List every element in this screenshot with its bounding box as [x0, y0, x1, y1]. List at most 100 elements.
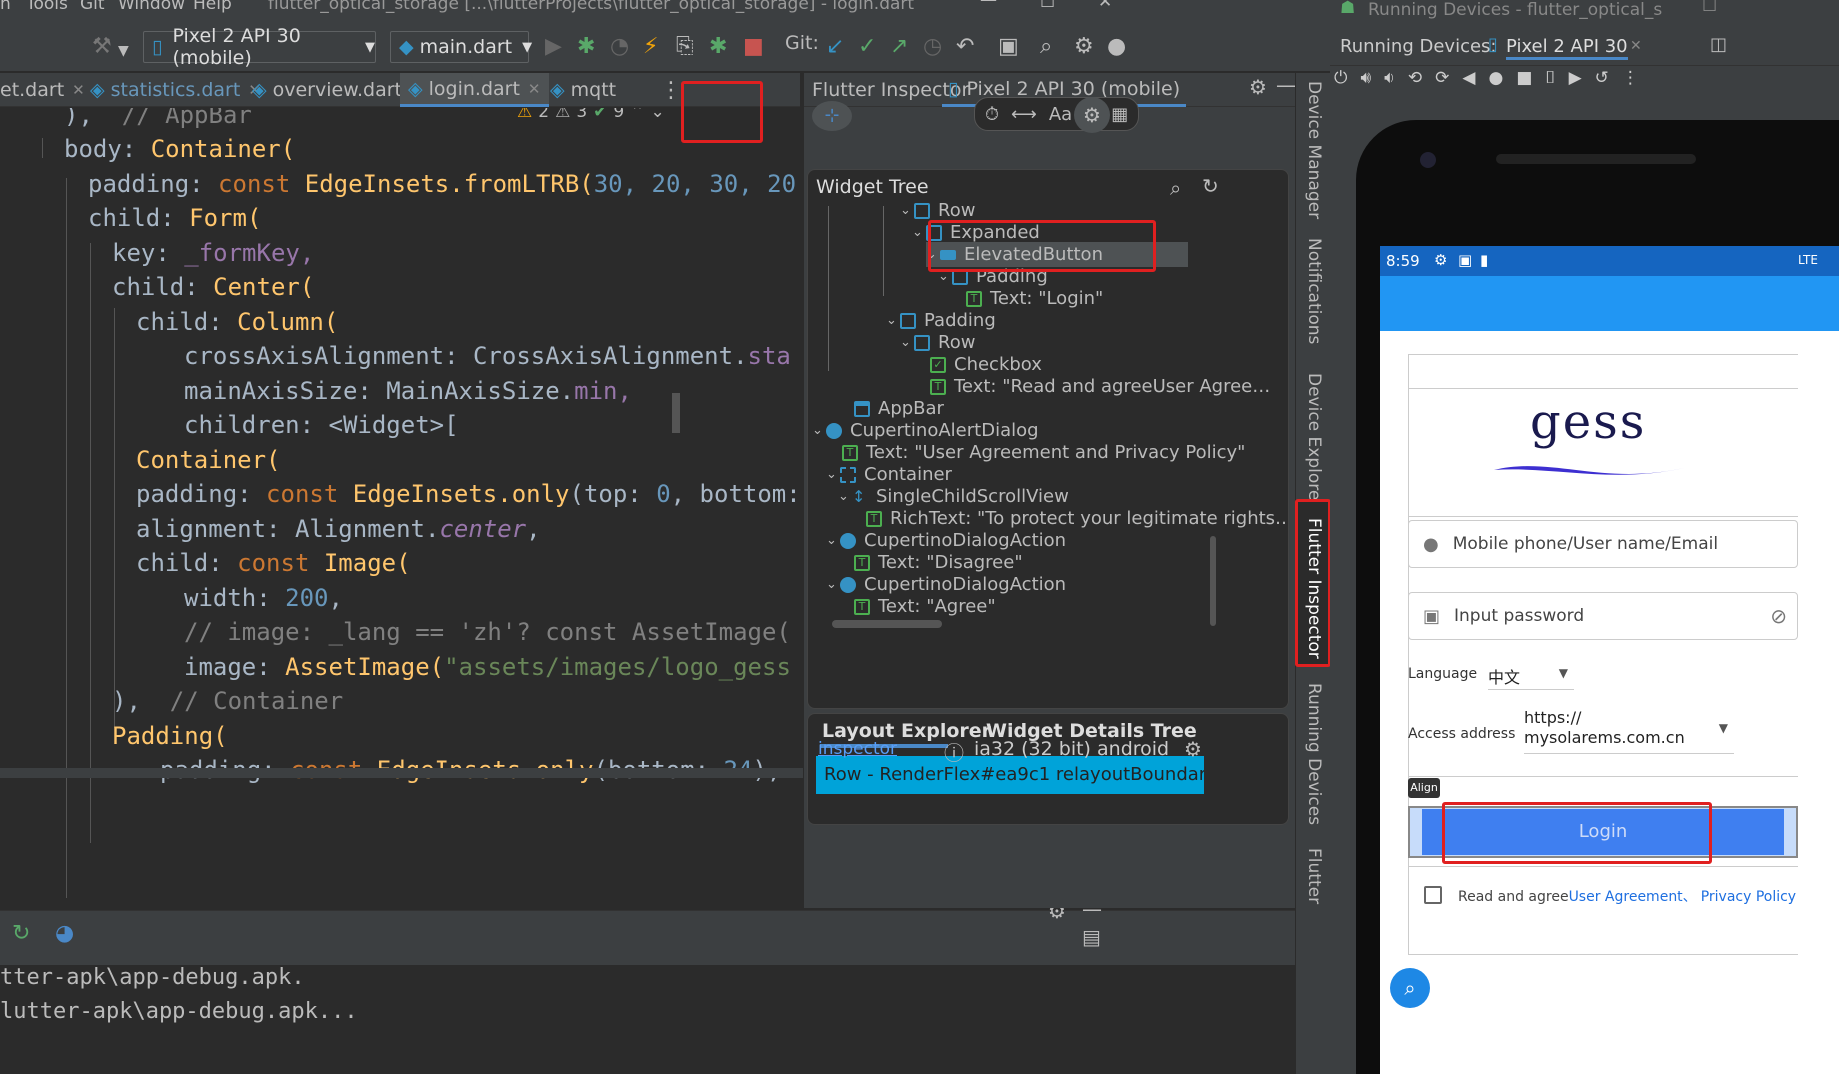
maximize-icon[interactable]: ☐ [1702, 0, 1717, 16]
editor-hscroll[interactable] [0, 768, 803, 778]
git-push-icon[interactable]: ↗ [890, 36, 908, 58]
maximize-icon[interactable]: ☐ [1040, 0, 1055, 12]
tab-overview-dart[interactable]: ◈overview.dart✕ [252, 73, 423, 107]
close-icon[interactable]: ✕ [1630, 38, 1642, 54]
git-update-icon[interactable]: ↙ [826, 36, 844, 58]
menu-help[interactable]: Help [193, 0, 232, 14]
hot-reload-icon[interactable]: ⚡ [643, 36, 658, 58]
console-output[interactable]: tter-apk\app-debug.apk. lutter-apk\app-d… [0, 961, 358, 1029]
device-selector[interactable]: ▯ Pixel 2 API 30 (mobile) ▼ [143, 25, 376, 69]
inspector-link[interactable]: inspector [818, 739, 897, 759]
inspector-settings-icon[interactable]: ⚙ [1074, 97, 1110, 133]
dart-file-icon: ◈ [550, 79, 565, 101]
screenrecord-icon[interactable]: ▶ [1569, 68, 1582, 98]
slow-animations-icon[interactable]: ⏱ [985, 104, 999, 125]
guidelines-icon[interactable]: ⟷ [1011, 104, 1037, 125]
refresh-icon[interactable]: ↻ [1202, 174, 1219, 198]
baselines-icon[interactable]: Aa [1049, 104, 1072, 125]
search-icon[interactable]: ⌕ [1040, 36, 1052, 58]
attach-debugger-icon[interactable]: ✱ [709, 36, 727, 58]
language-dropdown[interactable]: 中文 ▼ [1488, 664, 1574, 690]
rotate-left-icon[interactable]: ⟲ [1408, 68, 1422, 98]
close-icon[interactable]: ✕ [528, 80, 541, 98]
dropdown-arrow-icon: ▼ [1718, 721, 1728, 735]
run-config-selector[interactable]: ◆ main.dart ▼ [390, 31, 532, 63]
render-object-row[interactable]: Row - RenderFlex#ea9c1 relayoutBoundary… [816, 756, 1204, 794]
select-widget-mode-icon[interactable]: ⊹ [812, 101, 852, 131]
home-icon[interactable]: ● [1488, 68, 1503, 98]
rerun-icon[interactable]: ↻ [12, 921, 30, 946]
tab-et-dart[interactable]: et.dart ✕ [0, 73, 85, 107]
chevron-down-icon[interactable]: ▼ [118, 40, 129, 62]
devtools-icon[interactable]: ◕ [55, 921, 74, 946]
tab-login-dart[interactable]: ◈ login.dart ✕ [400, 73, 549, 107]
divider [1408, 954, 1798, 955]
search-fab-icon[interactable]: ⌕ [1390, 968, 1430, 1008]
settings-icon[interactable]: ⚙ [1184, 737, 1202, 761]
menu-tools[interactable]: Tools [26, 0, 68, 14]
chevron-up-icon[interactable]: ⌃ [630, 108, 644, 122]
menu-item[interactable]: n [0, 0, 11, 14]
device-explorer-toggle[interactable]: Device Explorer [1304, 373, 1324, 507]
git-commit-icon[interactable]: ✓ [858, 36, 876, 58]
more-icon[interactable]: ⋮ [1622, 68, 1639, 98]
oversized-images-icon[interactable]: ▦ [1111, 104, 1128, 125]
settings-icon[interactable]: ⚙ [1249, 75, 1267, 99]
inspection-widget[interactable]: ⚠ 2 ⚠ 3 ✔ 9 ⌃ ⌄ [517, 108, 665, 122]
chevron-down-icon[interactable]: ⌄ [650, 108, 664, 122]
rotate-right-icon[interactable]: ⟳ [1435, 68, 1449, 98]
agree-checkbox[interactable] [1424, 886, 1442, 904]
close-icon[interactable]: ✕ [1098, 0, 1112, 12]
volume-down-icon[interactable]: 🔉︎ [1384, 68, 1395, 98]
more-tabs-icon[interactable]: ⋮ [660, 73, 682, 107]
tree-node-text-agree[interactable]: T Text: "Read and agreeUser Agree… [930, 374, 1270, 399]
hot-restart-icon[interactable]: ⎘ [676, 36, 694, 58]
device-mirror-icon[interactable]: ▣ [998, 36, 1019, 58]
run-icon[interactable]: ▶ [545, 36, 562, 58]
layout-icon[interactable]: ▤ [1082, 925, 1101, 949]
visibility-off-icon[interactable]: ⊘ [1770, 604, 1787, 628]
notifications-toggle[interactable]: Notifications [1304, 238, 1324, 344]
power-icon[interactable]: ⏻ [1334, 68, 1347, 98]
tree-node-text-agree-action[interactable]: T Text: "Agree" [854, 594, 996, 619]
settings-icon[interactable]: ⚙ [1074, 36, 1094, 58]
stop-icon[interactable]: ■ [743, 36, 764, 58]
privacy-policy-link[interactable]: Privacy Policy [1701, 889, 1796, 905]
profile-icon[interactable]: ◔ [610, 36, 629, 58]
running-devices-toggle[interactable]: Running Devices [1304, 683, 1324, 825]
account-icon[interactable]: ● [1107, 36, 1126, 58]
tree-vscrollbar[interactable] [1210, 536, 1216, 626]
tree-hscrollbar[interactable] [832, 620, 942, 628]
device-manager-toggle[interactable]: Device Manager [1304, 81, 1324, 219]
menu-git[interactable]: Git [80, 0, 105, 14]
tab-statistics-dart[interactable]: ◈ statistics.dart ✕ [90, 73, 261, 107]
flutter-toggle[interactable]: Flutter [1304, 848, 1324, 904]
editor-scrollbar[interactable] [672, 393, 680, 433]
rollback-icon[interactable]: ↶ [956, 36, 974, 58]
history-icon[interactable]: ◷ [923, 36, 942, 58]
hammer-icon[interactable]: ⚒ [92, 36, 112, 58]
minimize-icon[interactable]: — [980, 0, 997, 10]
menu-window[interactable]: Window [118, 0, 185, 14]
user-agreement-link[interactable]: User Agreement、 [1569, 889, 1697, 905]
run-console: ↻ ◕ ⚙ — ▤ tter-apk\app-debug.apk. lutter… [0, 897, 1330, 1074]
volume-up-icon[interactable]: 🔊︎ [1360, 68, 1371, 98]
password-input[interactable]: ▣ Input password ⊘ [1408, 592, 1798, 640]
minimize-panel-icon[interactable]: — [1276, 73, 1296, 97]
tab-mqtt[interactable]: ◈ mqtt [550, 73, 616, 107]
code-editor[interactable]: ⚠ 2 ⚠ 3 ✔ 9 ⌃ ⌄ ), // AppBar body: Container… [0, 108, 803, 908]
close-icon[interactable]: ✕ [72, 81, 85, 99]
snapshot-icon[interactable]: ↺ [1595, 68, 1609, 98]
screenshot-icon[interactable]: ⌷ [1545, 68, 1555, 98]
access-address-dropdown[interactable]: https://mysolarems.com.cn ▼ [1524, 708, 1734, 754]
tab-label: statistics.dart [110, 79, 241, 101]
back-icon[interactable]: ◀ [1462, 68, 1475, 98]
username-input[interactable]: ● Mobile phone/User name/Email [1408, 520, 1798, 568]
tab-label: mqtt [570, 79, 617, 101]
search-icon[interactable]: ⌕ [1170, 176, 1181, 200]
debug-icon[interactable]: ✱ [577, 36, 595, 58]
divider [1408, 516, 1798, 517]
layout-icon[interactable]: ◫ [1710, 34, 1727, 55]
tab-pixel2[interactable]: Pixel 2 API 30 [1506, 36, 1628, 60]
overview-icon[interactable]: ■ [1516, 68, 1532, 98]
